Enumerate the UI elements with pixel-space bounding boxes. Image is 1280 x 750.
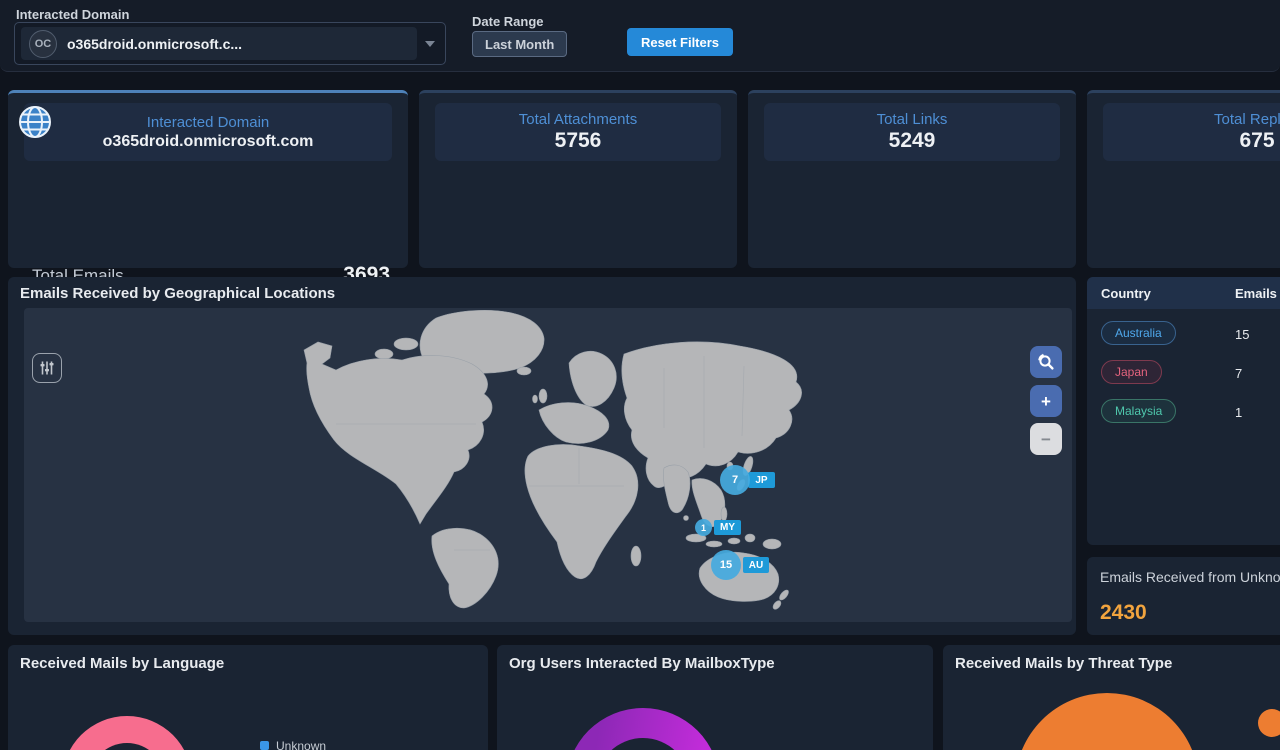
legend-label: Unknown [276, 739, 326, 750]
language-donut-chart[interactable] [62, 716, 192, 750]
map-marker-my-label[interactable]: MY [714, 520, 741, 535]
attachments-card-header: Total Attachments 5756 [435, 103, 721, 161]
map-marker-au-count[interactable]: 15 [711, 550, 741, 580]
globe-icon [18, 105, 52, 139]
country-table-body: Australia 15 Japan 7 Malaysia 1 [1087, 321, 1280, 438]
domain-card-header: Interacted Domain o365droid.onmicrosoft.… [24, 103, 392, 161]
date-range-button[interactable]: Last Month [472, 31, 567, 57]
world-map[interactable]: + − 7 JP 1 MY 15 AU [24, 308, 1072, 622]
mailbox-type-card: Org Users Interacted By MailboxType [497, 645, 933, 750]
plus-icon: + [1041, 393, 1051, 410]
domain-card-domain: o365droid.onmicrosoft.com [103, 133, 314, 151]
country-value-malaysia: 1 [1235, 405, 1242, 420]
country-pill-japan: Japan [1101, 360, 1162, 384]
links-total-value: 5249 [889, 129, 936, 153]
total-links-card: Total Links 5249 Sent Links 1198 Receive… [748, 90, 1076, 268]
mailbox-type-title: Org Users Interacted By MailboxType [509, 655, 775, 672]
replies-total-value: 675 [1239, 129, 1274, 153]
geo-section-title: Emails Received by Geographical Location… [20, 285, 335, 302]
table-row: Malaysia 1 [1087, 399, 1280, 438]
map-marker-jp-count[interactable]: 7 [720, 465, 750, 495]
mailbox-donut-hole [596, 738, 690, 750]
map-zoom-reset-button[interactable] [1030, 346, 1062, 378]
threat-pie-chart[interactable] [1015, 693, 1199, 750]
replies-card-title: Total Replies [1214, 111, 1280, 128]
minus-icon: − [1041, 431, 1051, 448]
mailbox-donut-chart[interactable] [566, 708, 720, 750]
mails-by-language-title: Received Mails by Language [20, 655, 224, 672]
interacted-domain-select[interactable]: OC o365droid.onmicrosoft.c... [14, 22, 446, 65]
threat-type-card: Received Mails by Threat Type [943, 645, 1280, 750]
interacted-domain-select-inner: OC o365droid.onmicrosoft.c... [21, 27, 417, 60]
map-zoom-in-button[interactable]: + [1030, 385, 1062, 417]
attachments-total-value: 5756 [555, 129, 602, 153]
country-column-header: Country [1101, 286, 1151, 301]
date-range-label: Date Range [472, 14, 544, 29]
domain-card-title: Interacted Domain [147, 114, 270, 131]
unknown-emails-label: Emails Received from Unknown [1100, 569, 1280, 585]
links-card-header: Total Links 5249 [764, 103, 1060, 161]
filter-bar: Interacted Domain OC o365droid.onmicroso… [0, 0, 1280, 72]
language-donut-hole [89, 743, 165, 750]
language-legend-item[interactable]: Unknown [260, 739, 326, 750]
country-pill-australia: Australia [1101, 321, 1176, 345]
emails-received-column-header: Emails Received [1235, 286, 1280, 301]
domain-select-value: o365droid.onmicrosoft.c... [67, 36, 242, 52]
zoom-reset-icon [1037, 353, 1055, 371]
threat-legend-dot [1258, 709, 1280, 737]
unknown-emails-value: 2430 [1100, 601, 1147, 625]
sliders-icon [39, 360, 55, 376]
map-zoom-out-button[interactable]: − [1030, 423, 1062, 455]
domain-avatar: OC [29, 30, 57, 58]
total-replies-card: Total Replies 675 Sent Reply Received Re… [1087, 90, 1280, 268]
links-card-title: Total Links [877, 111, 948, 128]
map-filter-button[interactable] [32, 353, 62, 383]
map-marker-jp-label[interactable]: JP [748, 472, 775, 488]
total-attachments-card: Total Attachments 5756 Sent Attachments … [419, 90, 737, 268]
reset-filters-button[interactable]: Reset Filters [627, 28, 733, 56]
country-pill-malaysia: Malaysia [1101, 399, 1176, 423]
replies-card-header: Total Replies 675 [1103, 103, 1280, 161]
threat-type-title: Received Mails by Threat Type [955, 655, 1172, 672]
interacted-domain-card: Interacted Domain o365droid.onmicrosoft.… [8, 90, 408, 268]
legend-swatch [260, 741, 269, 750]
unknown-emails-card: Emails Received from Unknown 2430 [1087, 557, 1280, 635]
country-value-japan: 7 [1235, 366, 1242, 381]
table-row: Australia 15 [1087, 321, 1280, 360]
map-marker-au-label[interactable]: AU [743, 557, 769, 573]
attachments-card-title: Total Attachments [519, 111, 637, 128]
country-table-header: Country Emails Received [1087, 277, 1280, 309]
country-value-australia: 15 [1235, 327, 1249, 342]
map-marker-my-count[interactable]: 1 [695, 519, 712, 536]
mails-by-language-card: Received Mails by Language Unknown [8, 645, 488, 750]
world-map-svg [24, 308, 1072, 622]
chevron-down-icon [425, 41, 435, 47]
geo-locations-card: Emails Received by Geographical Location… [8, 277, 1076, 635]
country-emails-table-card: Country Emails Received Australia 15 Jap… [1087, 277, 1280, 545]
table-row: Japan 7 [1087, 360, 1280, 399]
interacted-domain-filter-label: Interacted Domain [16, 7, 129, 22]
